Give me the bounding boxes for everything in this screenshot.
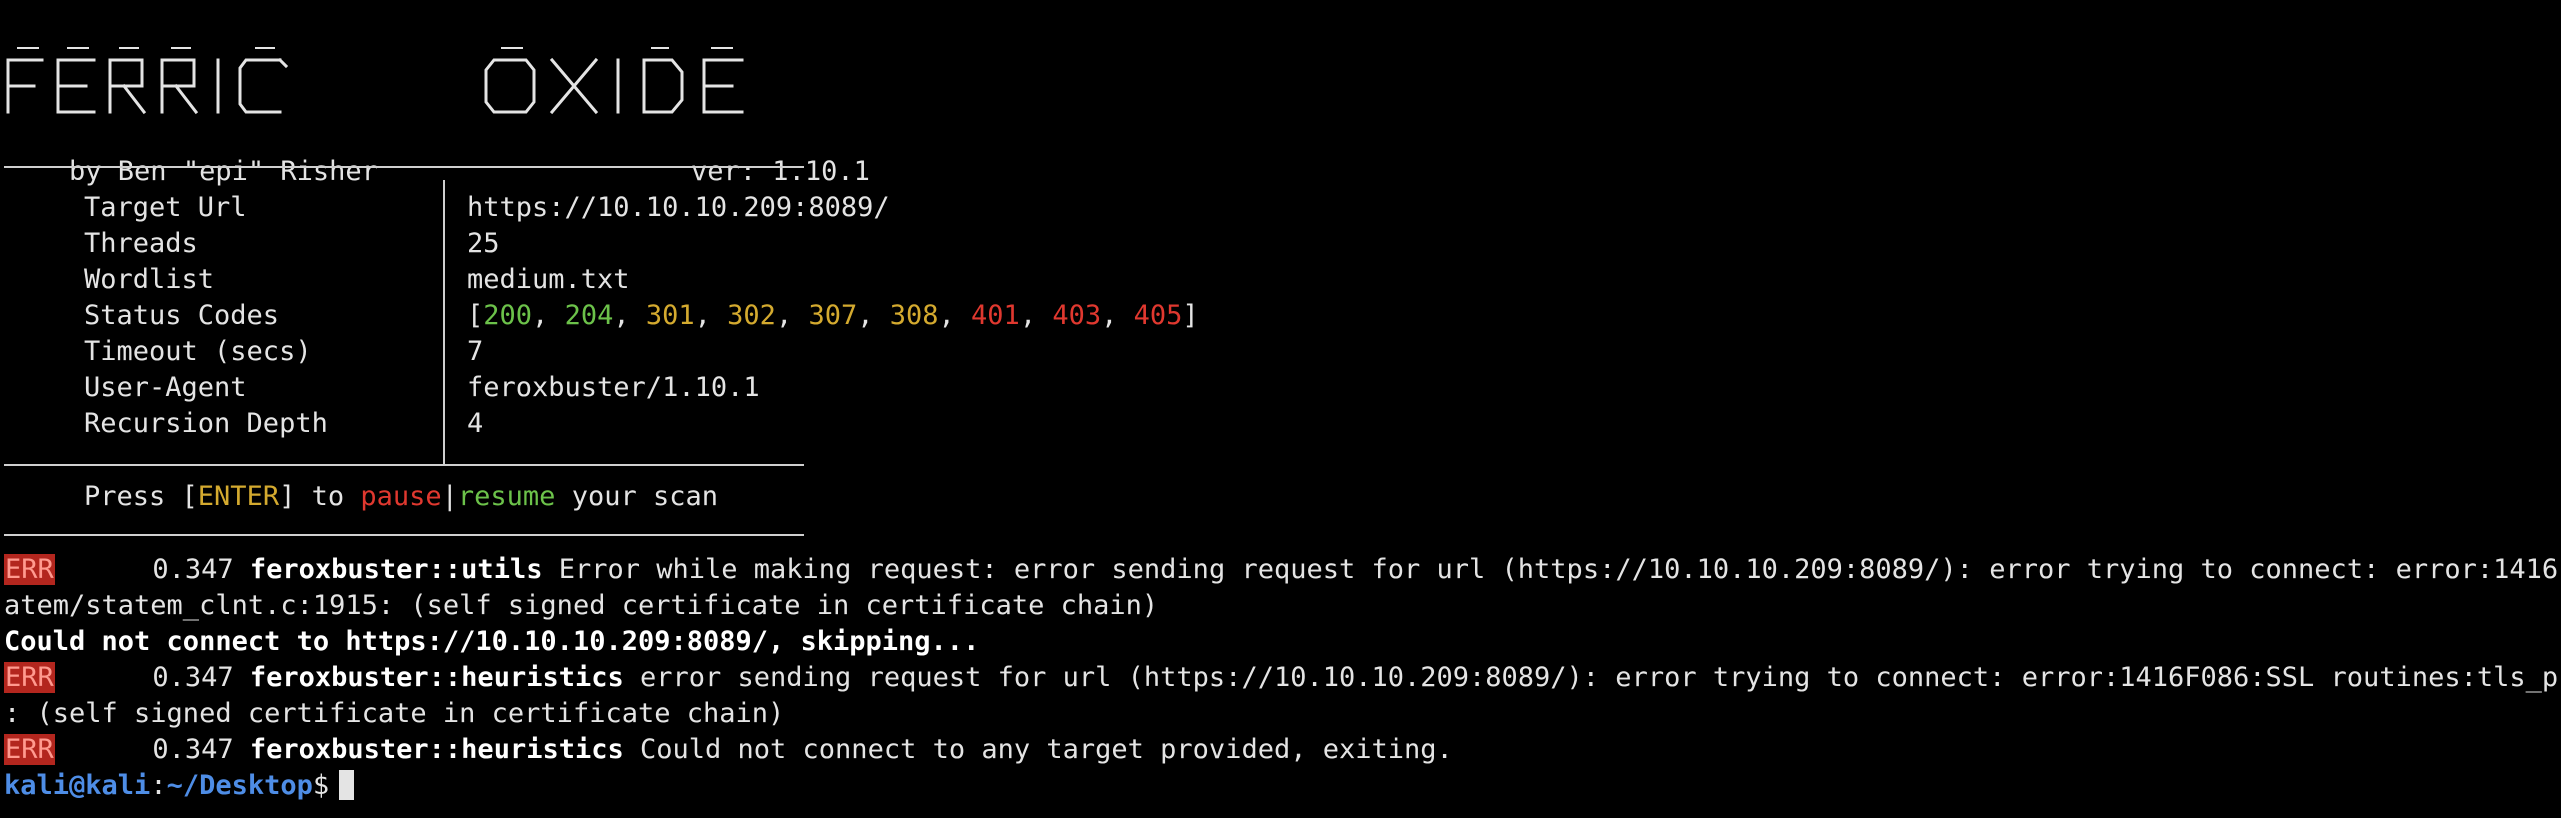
text-cursor[interactable] xyxy=(339,770,355,800)
err-badge: ERR xyxy=(4,662,55,693)
config-label-wordlist: Wordlist xyxy=(84,264,215,295)
err-badge: ERR xyxy=(4,554,55,585)
enter-key-label: ENTER xyxy=(197,481,280,512)
press-enter-line: Press [ENTER] to pause|resume your scan xyxy=(84,481,719,512)
status-code-200: 200 xyxy=(483,300,533,331)
log-line-error-2-cont: : (self signed certificate in certificat… xyxy=(4,698,785,729)
err-badge: ERR xyxy=(4,734,55,765)
config-label-recursion-depth: Recursion Depth xyxy=(84,408,328,439)
status-code-301: 301 xyxy=(645,300,695,331)
config-label-target-url: Target Url xyxy=(84,192,247,223)
status-code-308: 308 xyxy=(889,300,939,331)
log-line-could-not-connect: Could not connect to https://10.10.10.20… xyxy=(4,626,980,657)
config-value-wordlist: medium.txt xyxy=(467,264,630,295)
config-value-recursion-depth: 4 xyxy=(467,408,484,439)
status-code-307: 307 xyxy=(808,300,858,331)
config-label-status-codes: Status Codes xyxy=(84,300,280,331)
log-line-error-2: ERR 0.347 feroxbuster::heuristics error … xyxy=(4,662,2561,693)
log-line-error-1: ERR 0.347 feroxbuster::utils Error while… xyxy=(4,554,2561,585)
resume-label: resume xyxy=(457,481,556,512)
config-value-status-codes: [200, 204, 301, 302, 307, 308, 401, 403,… xyxy=(467,300,1199,331)
config-value-target-url: https://10.10.10.209:8089/ xyxy=(467,192,890,223)
separator-bottom xyxy=(4,534,804,536)
config-value-threads: 25 xyxy=(467,228,500,259)
pause-label: pause xyxy=(360,481,442,512)
separator-middle xyxy=(4,464,804,466)
log-line-error-1-cont: atem/statem_clnt.c:1915: (self signed ce… xyxy=(4,590,1159,621)
status-code-403: 403 xyxy=(1052,300,1102,331)
config-divider xyxy=(443,180,445,466)
prompt-user: kali@kali xyxy=(4,770,151,801)
status-code-302: 302 xyxy=(727,300,776,331)
status-code-401: 401 xyxy=(971,300,1020,331)
status-code-405: 405 xyxy=(1133,300,1183,331)
separator-top xyxy=(4,166,804,168)
terminal-window[interactable]: by Ben "epi" Risher ver: 1.10.1 Target U… xyxy=(0,0,2561,818)
prompt-path: ~/Desktop xyxy=(166,770,313,801)
shell-prompt[interactable]: kali@kali:~/Desktop$ xyxy=(4,768,355,804)
status-code-204: 204 xyxy=(564,300,614,331)
config-value-user-agent: feroxbuster/1.10.1 xyxy=(467,372,760,403)
config-label-user-agent: User-Agent xyxy=(84,372,247,403)
banner-author: by Ben "epi" Risher xyxy=(69,156,378,187)
banner-version: ver: 1.10.1 xyxy=(691,156,870,187)
config-label-threads: Threads xyxy=(84,228,198,259)
log-line-error-3: ERR 0.347 feroxbuster::heuristics Could … xyxy=(4,734,1453,765)
config-label-timeout: Timeout (secs) xyxy=(84,336,312,367)
config-value-timeout: 7 xyxy=(467,336,484,367)
